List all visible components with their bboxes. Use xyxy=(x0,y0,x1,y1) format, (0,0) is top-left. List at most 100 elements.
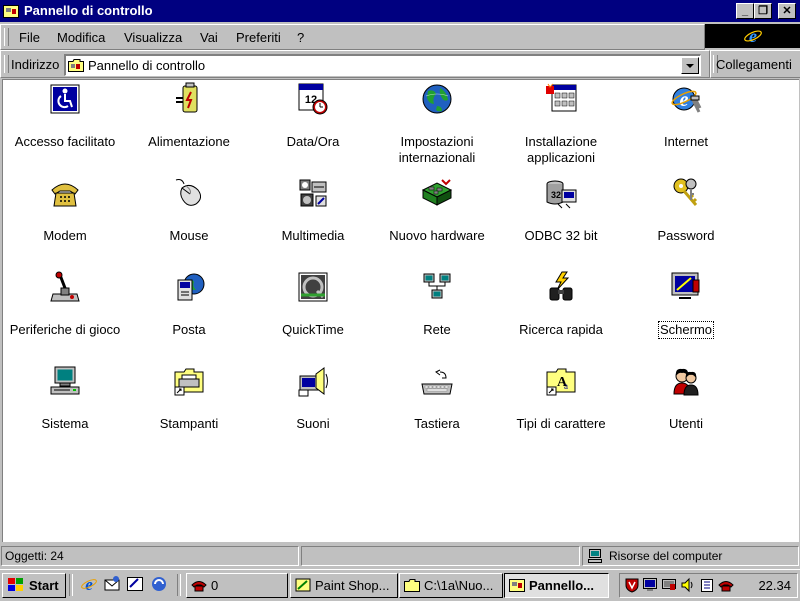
address-dropdown-button[interactable] xyxy=(681,57,699,74)
minimize-button[interactable]: _ xyxy=(736,3,754,19)
cp-item-quicktime[interactable]: QuickTime xyxy=(251,270,375,338)
cp-item-label: Tipi di carattere xyxy=(516,416,606,431)
keyboard-icon[interactable] xyxy=(420,364,454,398)
channels-quicklaunch-icon[interactable] xyxy=(150,575,168,593)
cp-item-label: Modem xyxy=(43,228,87,243)
cp-item-label: Rete xyxy=(423,322,451,337)
power-icon[interactable] xyxy=(172,82,206,116)
keys-icon[interactable] xyxy=(669,176,703,210)
menu-help[interactable]: ? xyxy=(297,30,304,45)
title-bar[interactable]: Pannello di controllo _ ❐ ✕ xyxy=(0,0,800,22)
cp-item-mail[interactable]: Posta xyxy=(127,270,251,338)
icon-view[interactable]: Accesso facilitato Alimentazione 12 Data/Or… xyxy=(2,79,799,542)
internet-icon[interactable]: e xyxy=(669,82,703,116)
status-bar: Oggetti: 24 Risorse del computer xyxy=(0,543,800,568)
cp-item-keyboard[interactable]: Tastiera xyxy=(375,364,499,432)
cp-item-users[interactable]: Utenti xyxy=(624,364,748,432)
taskbar-button-folder[interactable]: C:\1a\Nuo... xyxy=(399,573,503,598)
taskbar-button-phone[interactable]: 0 xyxy=(186,573,288,598)
phone-icon[interactable] xyxy=(48,176,82,210)
cp-item-binoculars[interactable]: Ricerca rapida xyxy=(499,270,623,338)
cp-item-multimedia[interactable]: Multimedia xyxy=(251,176,375,244)
ie-throbber: e xyxy=(705,24,800,48)
cp-item-network[interactable]: Rete xyxy=(375,270,499,338)
toolbar-grip[interactable] xyxy=(4,55,9,73)
address-label: Indirizzo xyxy=(11,57,60,72)
hardware-icon[interactable] xyxy=(420,176,454,210)
fonts-folder-icon[interactable]: Aa xyxy=(544,364,578,398)
volume-icon[interactable] xyxy=(680,577,696,593)
links-bar[interactable]: Collegamenti xyxy=(710,50,800,78)
binoculars-icon[interactable] xyxy=(544,270,578,304)
display-icon[interactable] xyxy=(669,270,703,304)
quicktime-icon[interactable] xyxy=(296,270,330,304)
taskbar-button-paintshop[interactable]: Paint Shop... xyxy=(290,573,398,598)
antivirus-icon[interactable] xyxy=(624,577,640,593)
cp-item-globe[interactable]: Impostazioni internazionali xyxy=(375,82,499,166)
links-label[interactable]: Collegamenti xyxy=(716,57,792,72)
cp-item-label: Periferiche di gioco xyxy=(9,322,121,337)
dialup-phone-icon[interactable] xyxy=(718,577,734,593)
users-icon[interactable] xyxy=(669,364,703,398)
network-icon[interactable] xyxy=(420,270,454,304)
cp-item-label: Suoni xyxy=(296,416,330,431)
install-icon[interactable] xyxy=(544,82,578,116)
speaker-icon[interactable] xyxy=(296,364,330,398)
folder-icon xyxy=(404,579,420,592)
cp-item-computer[interactable]: Sistema xyxy=(3,364,127,432)
printer-folder-icon[interactable] xyxy=(172,364,206,398)
mail-icon[interactable] xyxy=(172,270,206,304)
cp-item-accessibility[interactable]: Accesso facilitato xyxy=(3,82,127,150)
cp-item-fonts-folder[interactable]: Aa Tipi di carattere xyxy=(499,364,623,432)
address-input[interactable]: Pannello di controllo xyxy=(64,54,701,76)
monitor-tray-icon[interactable] xyxy=(642,577,658,593)
cp-item-power[interactable]: Alimentazione xyxy=(127,82,251,150)
clock[interactable]: 22.34 xyxy=(758,578,791,593)
start-button[interactable]: Start xyxy=(2,573,66,598)
desktop-quicklaunch-icon[interactable] xyxy=(126,575,144,593)
cp-item-speaker[interactable]: Suoni xyxy=(251,364,375,432)
menu-preferiti[interactable]: Preferiti xyxy=(236,30,281,45)
taskbar-button-label: Pannello... xyxy=(529,578,595,593)
cp-item-label: Sistema xyxy=(41,416,89,431)
cp-item-install[interactable]: Installazione applicazioni xyxy=(499,82,623,166)
restore-button[interactable]: ❐ xyxy=(754,3,772,19)
mouse-icon[interactable] xyxy=(172,176,206,210)
cp-item-internet[interactable]: e Internet xyxy=(624,82,748,150)
cp-item-hardware[interactable]: Nuovo hardware xyxy=(375,176,499,244)
multimedia-icon[interactable] xyxy=(296,176,330,210)
menu-modifica[interactable]: Modifica xyxy=(57,30,105,45)
menu-file[interactable]: File xyxy=(19,30,40,45)
cp-item-label: ODBC 32 bit xyxy=(524,228,598,243)
cp-item-mouse[interactable]: Mouse xyxy=(127,176,251,244)
display-settings-tray-icon[interactable] xyxy=(661,577,677,593)
close-button[interactable]: ✕ xyxy=(778,3,796,19)
cp-item-display[interactable]: Schermo xyxy=(624,270,748,339)
odbc-icon[interactable]: 32 xyxy=(544,176,578,210)
cp-item-printer-folder[interactable]: Stampanti xyxy=(127,364,251,432)
status-location: Risorse del computer xyxy=(609,549,723,563)
toolbar-grip[interactable] xyxy=(4,28,9,46)
accessibility-icon[interactable] xyxy=(48,82,82,116)
scheduler-tray-icon[interactable] xyxy=(699,577,715,593)
phone-count: 0 xyxy=(211,578,219,593)
menu-vai[interactable]: Vai xyxy=(200,30,218,45)
outlook-quicklaunch-icon[interactable] xyxy=(104,575,122,593)
menu-visualizza[interactable]: Visualizza xyxy=(124,30,182,45)
globe-icon[interactable] xyxy=(420,82,454,116)
taskbar: Start e 0 Paint Shop... C:\1a\Nuo... Pan… xyxy=(0,569,800,601)
calendar-clock-icon[interactable]: 12 xyxy=(296,82,330,116)
cp-item-label: Posta xyxy=(172,322,206,337)
taskbar-button-control-panel[interactable]: Pannello... xyxy=(504,573,609,598)
ie-quicklaunch-icon[interactable]: e xyxy=(80,575,98,593)
cp-item-calendar-clock[interactable]: 12 Data/Ora xyxy=(251,82,375,150)
cp-item-label: Stampanti xyxy=(159,416,219,431)
paintshop-icon xyxy=(295,578,311,592)
joystick-icon[interactable] xyxy=(48,270,82,304)
cp-item-phone[interactable]: Modem xyxy=(3,176,127,244)
cp-item-joystick[interactable]: Periferiche di gioco xyxy=(3,270,127,338)
computer-icon[interactable] xyxy=(48,364,82,398)
cp-item-label: Data/Ora xyxy=(286,134,340,149)
cp-item-odbc[interactable]: 32 ODBC 32 bit xyxy=(499,176,623,244)
cp-item-keys[interactable]: Password xyxy=(624,176,748,244)
